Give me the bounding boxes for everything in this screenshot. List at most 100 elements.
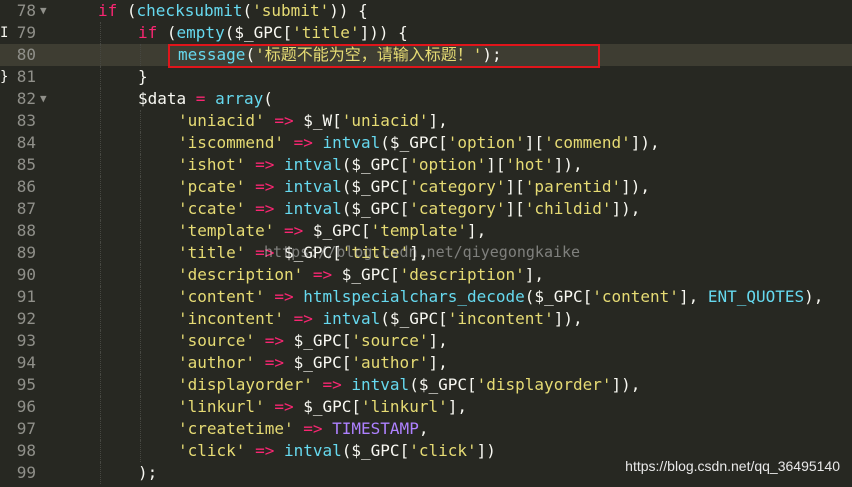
code-line[interactable]: 78 ▼ if (checksubmit('submit')) { xyxy=(0,0,852,22)
code-token: 'submit' xyxy=(252,1,330,20)
indent-guide xyxy=(100,44,101,66)
code-line[interactable]: 93'source' => $_GPC['source'], xyxy=(0,330,852,352)
code-token: => xyxy=(255,331,294,350)
indent-guide xyxy=(100,176,101,198)
code-line[interactable]: 88'template' => $_GPC['template'], xyxy=(0,220,852,242)
code-text: 'source' => $_GPC['source'], xyxy=(178,330,448,352)
code-token: => xyxy=(312,375,352,394)
code-line[interactable]: 82 ▼ $data = array( xyxy=(0,88,852,110)
code-token: ( xyxy=(157,23,177,42)
code-line[interactable]: 90'description' => $_GPC['description'], xyxy=(0,264,852,286)
line-number: 86 xyxy=(16,177,36,196)
code-token: => xyxy=(245,199,284,218)
code-token: ], xyxy=(466,221,487,240)
code-token: => xyxy=(283,133,323,152)
code-token: 'linkurl' xyxy=(361,397,448,416)
line-number: 90 xyxy=(16,265,36,284)
indent-guide xyxy=(100,418,101,440)
indent-guide xyxy=(140,286,141,308)
code-text: 'linkurl' => $_GPC['linkurl'], xyxy=(178,396,467,418)
code-token: ], xyxy=(524,265,545,284)
code-line[interactable]: 91 'content' => htmlspecialchars_decode($… xyxy=(0,286,852,308)
indent-guide xyxy=(140,418,141,440)
code-token: $_GPC[ xyxy=(312,221,371,240)
code-token: ]) xyxy=(476,441,496,460)
indent-guide xyxy=(140,352,141,374)
code-token: ($_GPC[ xyxy=(224,23,293,42)
code-token: 'ccate' xyxy=(178,199,246,218)
code-token: 'click' xyxy=(409,441,477,460)
code-token: ($_GPC[ xyxy=(341,199,410,218)
code-editor[interactable]: 78 ▼ if (checksubmit('submit')) {79 Iif (em… xyxy=(0,0,852,487)
code-token: ($_GPC[ xyxy=(341,441,410,460)
code-line[interactable]: 86 'pcate' => intval($_GPC['category']['p… xyxy=(0,176,852,198)
code-line[interactable]: 94'author' => $_GPC['author'], xyxy=(0,352,852,374)
indent-guide xyxy=(100,132,101,154)
code-token: => xyxy=(283,309,323,328)
code-line[interactable]: 97 'createtime' => TIMESTAMP, xyxy=(0,418,852,440)
line-number: 98 xyxy=(16,441,36,460)
code-token: intval xyxy=(283,199,342,218)
code-token: 'option' xyxy=(447,133,525,152)
code-token: 'option' xyxy=(409,155,487,174)
code-token: } xyxy=(138,67,148,86)
code-line[interactable]: 83'uniacid' => $_W['uniacid'], xyxy=(0,110,852,132)
line-number: 87 xyxy=(16,199,36,218)
code-text: 'uniacid' => $_W['uniacid'], xyxy=(178,110,448,132)
code-token: 'author' xyxy=(351,353,429,372)
fold-arrow-icon[interactable]: ▼ xyxy=(40,88,52,110)
code-text: 'displayorder' => intval($_GPC['displayo… xyxy=(178,374,640,396)
indent-guide xyxy=(140,396,141,418)
code-token: ( xyxy=(117,1,137,20)
fold-arrow-icon[interactable]: ▼ xyxy=(40,0,52,22)
gutter-marker: } xyxy=(0,69,9,85)
indent-guide xyxy=(140,308,141,330)
indent-guide xyxy=(100,374,101,396)
code-line[interactable]: 87 'ccate' => intval($_GPC['category']['c… xyxy=(0,198,852,220)
line-number: 82 xyxy=(16,89,36,108)
code-text: if (checksubmit('submit')) { xyxy=(98,0,368,22)
code-line[interactable]: 81}} xyxy=(0,66,852,88)
indent-guide xyxy=(100,396,101,418)
line-number: 78 xyxy=(16,1,36,20)
code-token: ]), xyxy=(553,309,583,328)
code-token: 'category' xyxy=(409,177,506,196)
code-token: 'content' xyxy=(592,287,679,306)
code-token: ($_GPC[ xyxy=(380,133,448,152)
indent-guide xyxy=(100,286,101,308)
code-line[interactable]: 79 Iif (empty($_GPC['title'])) { xyxy=(0,22,852,44)
indent-guide xyxy=(100,110,101,132)
indent-guide xyxy=(100,66,101,88)
code-line[interactable]: 96'linkurl' => $_GPC['linkurl'], xyxy=(0,396,852,418)
code-token: => xyxy=(264,287,304,306)
code-token: => xyxy=(255,353,294,372)
code-token: 'author' xyxy=(178,353,256,372)
indent-guide xyxy=(140,330,141,352)
code-token: ]), xyxy=(621,177,651,196)
code-token: empty xyxy=(176,23,225,42)
code-line[interactable]: 95'displayorder' => intval($_GPC['displa… xyxy=(0,374,852,396)
indent-guide xyxy=(100,154,101,176)
code-token: => xyxy=(264,111,304,130)
code-token: 'click' xyxy=(178,441,246,460)
indent-guide xyxy=(140,110,141,132)
indent-guide xyxy=(100,220,101,242)
code-token: ]), xyxy=(611,199,641,218)
code-token: => xyxy=(245,155,284,174)
code-token: 'template' xyxy=(178,221,275,240)
code-line[interactable]: 85 'ishot' => intval($_GPC['option']['hot… xyxy=(0,154,852,176)
code-line[interactable]: 92'incontent' => intval($_GPC['incontent… xyxy=(0,308,852,330)
code-token: => xyxy=(293,419,333,438)
indent-guide xyxy=(140,154,141,176)
indent-guide xyxy=(140,264,141,286)
code-token: $data xyxy=(138,89,187,108)
code-line[interactable]: 84 'iscommend' => intval($_GPC['option'][… xyxy=(0,132,852,154)
code-token: ($_GPC[ xyxy=(341,177,410,196)
line-number: 91 xyxy=(16,287,36,306)
code-text: 'incontent' => intval($_GPC['incontent']… xyxy=(178,308,583,330)
code-token: 'uniacid' xyxy=(178,111,265,130)
code-text: if (empty($_GPC['title'])) { xyxy=(138,22,408,44)
code-token: ])) { xyxy=(359,23,408,42)
code-text: 'author' => $_GPC['author'], xyxy=(178,352,448,374)
code-token: 'createtime' xyxy=(178,419,294,438)
